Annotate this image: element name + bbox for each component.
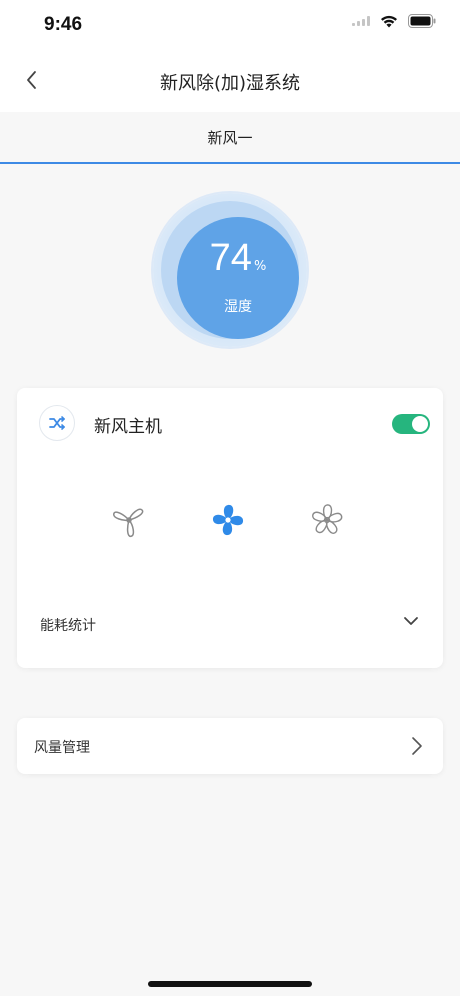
- battery-icon: [408, 14, 436, 28]
- device-title: 新风主机: [94, 417, 162, 437]
- humidity-gauge: 74% 湿度: [153, 193, 307, 347]
- signal-icon: [352, 16, 370, 26]
- page-title: 新风除(加)湿系统: [159, 73, 301, 94]
- tab-xinfeng-1[interactable]: 新风一: [0, 127, 460, 148]
- tab-bar: 新风一: [0, 112, 460, 164]
- fan-speed-high-button[interactable]: [307, 500, 347, 540]
- humidity-value: 74: [209, 237, 252, 279]
- power-toggle[interactable]: [392, 414, 430, 434]
- fan-speed-medium-button[interactable]: [208, 500, 248, 540]
- chevron-right-icon: [412, 737, 422, 755]
- toggle-knob: [412, 416, 428, 432]
- humidity-value-group: 74%: [177, 237, 299, 280]
- energy-stats-row[interactable]: 能耗统计: [17, 598, 443, 648]
- device-icon: [39, 405, 75, 441]
- humidity-label: 湿度: [224, 299, 252, 315]
- device-card: 新风主机 能耗统计: [17, 388, 443, 668]
- humidity-unit: %: [253, 259, 267, 274]
- fan-low-icon: [113, 508, 144, 538]
- wifi-icon: [381, 15, 397, 28]
- fan-medium-icon: [212, 504, 244, 536]
- nav-bar: 新风除(加)湿系统: [0, 50, 460, 112]
- fan-speed-low-button[interactable]: [109, 500, 149, 540]
- gauge-ring: 74% 湿度: [161, 201, 299, 339]
- chevron-down-icon: [404, 617, 418, 625]
- energy-stats-label: 能耗统计: [40, 618, 96, 634]
- status-icons: [352, 14, 436, 28]
- airflow-management-label: 风量管理: [34, 740, 90, 756]
- airflow-management-row[interactable]: 风量管理: [17, 718, 443, 774]
- shuffle-icon: [49, 416, 65, 430]
- status-bar: 9:46: [0, 0, 460, 50]
- fan-high-icon: [312, 504, 343, 534]
- home-indicator: [148, 981, 312, 987]
- gauge-core: 74% 湿度: [177, 217, 299, 339]
- status-time: 9:46: [44, 14, 83, 35]
